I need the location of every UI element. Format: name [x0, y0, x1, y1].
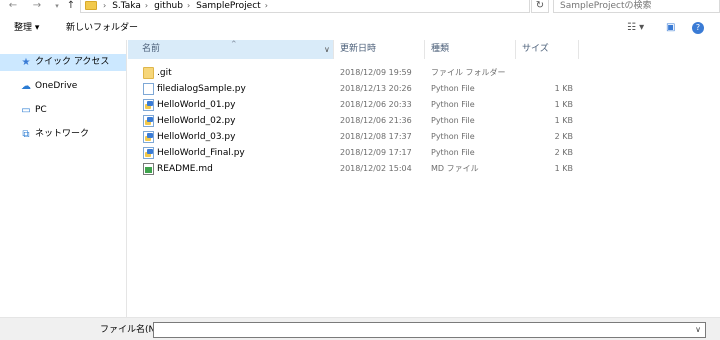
- file-type: Python File: [431, 100, 475, 109]
- chevron-right-icon[interactable]: ›: [265, 1, 268, 10]
- filename-input[interactable]: [154, 323, 674, 337]
- new-folder-button[interactable]: 新しいフォルダー: [66, 21, 138, 35]
- python-file-icon: [143, 115, 154, 127]
- search-box[interactable]: [553, 0, 720, 13]
- preview-pane-icon[interactable]: ▣: [666, 21, 675, 35]
- sidebar-item-onedrive[interactable]: ☁ OneDrive: [0, 78, 126, 95]
- toolbar: 整理 ▾ 新しいフォルダー ☷ ▾ ▣ ?: [0, 15, 720, 40]
- file-size: 1 KB: [554, 116, 573, 125]
- help-icon[interactable]: ?: [692, 22, 704, 34]
- file-type: MD ファイル: [431, 164, 479, 173]
- column-header-type[interactable]: 種類: [431, 40, 516, 59]
- back-icon[interactable]: ←: [6, 0, 20, 13]
- sidebar-item-network[interactable]: ⧉ ネットワーク: [0, 126, 126, 143]
- file-name: HelloWorld_01.py: [157, 100, 236, 110]
- filename-bar: ファイル名(N): ∨: [0, 317, 720, 340]
- column-divider[interactable]: [424, 40, 425, 59]
- file-type: ファイル フォルダー: [431, 68, 506, 77]
- refresh-icon[interactable]: ↻: [531, 0, 549, 13]
- breadcrumb: › S.Taka › github › SampleProject ›: [103, 0, 274, 12]
- address-bar[interactable]: ›S.Taka›github›SampleProject› ∨: [80, 0, 607, 13]
- file-date: 2018/12/09 17:17: [340, 148, 412, 157]
- forward-icon[interactable]: →: [30, 0, 44, 13]
- file-row[interactable]: filedialogSample.py 2018/12/13 20:26 Pyt…: [128, 81, 588, 97]
- column-header-label: 名前: [142, 44, 161, 54]
- file-type: Python File: [431, 148, 475, 157]
- file-list: 名前 ⌃ ∨ 更新日時 種類 サイズ .git 2018/12/09 19:59…: [128, 40, 720, 317]
- file-date: 2018/12/13 20:26: [340, 84, 412, 93]
- chevron-down-icon[interactable]: ∨: [324, 40, 330, 59]
- file-name: HelloWorld_02.py: [157, 116, 236, 126]
- python-file-icon: [143, 83, 154, 95]
- python-file-icon: [143, 99, 154, 111]
- file-row[interactable]: HelloWorld_Final.py 2018/12/09 17:17 Pyt…: [128, 145, 588, 161]
- column-header-name[interactable]: 名前 ⌃ ∨: [128, 40, 334, 59]
- chevron-right-icon[interactable]: ›: [187, 1, 190, 10]
- breadcrumb-item[interactable]: github: [154, 1, 183, 11]
- sidebar-item-label: クイック アクセス: [35, 57, 110, 67]
- file-size: 1 KB: [554, 164, 573, 173]
- breadcrumb-item[interactable]: S.Taka: [112, 1, 141, 11]
- sidebar-item-quick-access[interactable]: ★ クイック アクセス: [0, 54, 126, 71]
- recent-locations-icon[interactable]: ▾: [50, 0, 64, 13]
- python-file-icon: [143, 147, 154, 159]
- cloud-icon: ☁: [21, 81, 31, 92]
- file-type: Python File: [431, 132, 475, 141]
- file-date: 2018/12/06 20:33: [340, 100, 412, 109]
- sort-up-icon: ⌃: [230, 40, 238, 50]
- navigation-pane: ★ クイック アクセス ☁ OneDrive ▭ PC ⧉ ネットワーク: [0, 40, 127, 317]
- chevron-right-icon[interactable]: ›: [145, 1, 148, 10]
- star-icon: ★: [21, 57, 31, 68]
- column-divider[interactable]: [578, 40, 579, 59]
- file-name: .git: [157, 68, 172, 78]
- file-row[interactable]: README.md 2018/12/02 15:04 MD ファイル 1 KB: [128, 161, 588, 177]
- computer-icon: ▭: [21, 105, 31, 116]
- file-row[interactable]: .git 2018/12/09 19:59 ファイル フォルダー: [128, 65, 588, 81]
- file-date: 2018/12/06 21:36: [340, 116, 412, 125]
- sidebar-item-label: OneDrive: [35, 81, 78, 91]
- file-name: filedialogSample.py: [157, 84, 246, 94]
- file-row[interactable]: HelloWorld_01.py 2018/12/06 20:33 Python…: [128, 97, 588, 113]
- chevron-right-icon: ›: [103, 1, 107, 10]
- file-date: 2018/12/09 19:59: [340, 68, 412, 77]
- up-icon[interactable]: ↑: [64, 0, 78, 13]
- sidebar-item-pc[interactable]: ▭ PC: [0, 102, 126, 119]
- column-header-date[interactable]: 更新日時: [340, 40, 430, 59]
- file-size: 1 KB: [554, 100, 573, 109]
- address-row: ← → ▾ ↑ ›S.Taka›github›SampleProject› ∨ …: [0, 0, 720, 15]
- file-row[interactable]: HelloWorld_02.py 2018/12/06 21:36 Python…: [128, 113, 588, 129]
- file-name: HelloWorld_Final.py: [157, 148, 245, 158]
- file-type: Python File: [431, 116, 475, 125]
- filename-combobox[interactable]: ∨: [153, 322, 706, 338]
- file-name: HelloWorld_03.py: [157, 132, 236, 142]
- chevron-down-icon[interactable]: ∨: [695, 324, 701, 336]
- file-date: 2018/12/08 17:37: [340, 132, 412, 141]
- file-size: 1 KB: [554, 84, 573, 93]
- view-options-icon[interactable]: ☷ ▾: [627, 21, 644, 35]
- file-size: 2 KB: [554, 132, 573, 141]
- sidebar-item-label: ネットワーク: [35, 129, 90, 139]
- sidebar-item-label: PC: [35, 105, 47, 115]
- organize-button[interactable]: 整理 ▾: [14, 21, 39, 35]
- column-divider[interactable]: [515, 40, 516, 59]
- breadcrumb-item[interactable]: SampleProject: [196, 1, 261, 11]
- folder-icon: [143, 67, 154, 79]
- markdown-file-icon: [143, 163, 154, 175]
- folder-icon: [85, 1, 97, 10]
- file-date: 2018/12/02 15:04: [340, 164, 412, 173]
- file-row[interactable]: HelloWorld_03.py 2018/12/08 17:37 Python…: [128, 129, 588, 145]
- network-icon: ⧉: [22, 129, 30, 140]
- python-file-icon: [143, 131, 154, 143]
- search-input[interactable]: [554, 0, 719, 12]
- column-header-size[interactable]: サイズ: [522, 40, 572, 59]
- file-type: Python File: [431, 84, 475, 93]
- file-size: 2 KB: [554, 148, 573, 157]
- file-name: README.md: [157, 164, 213, 174]
